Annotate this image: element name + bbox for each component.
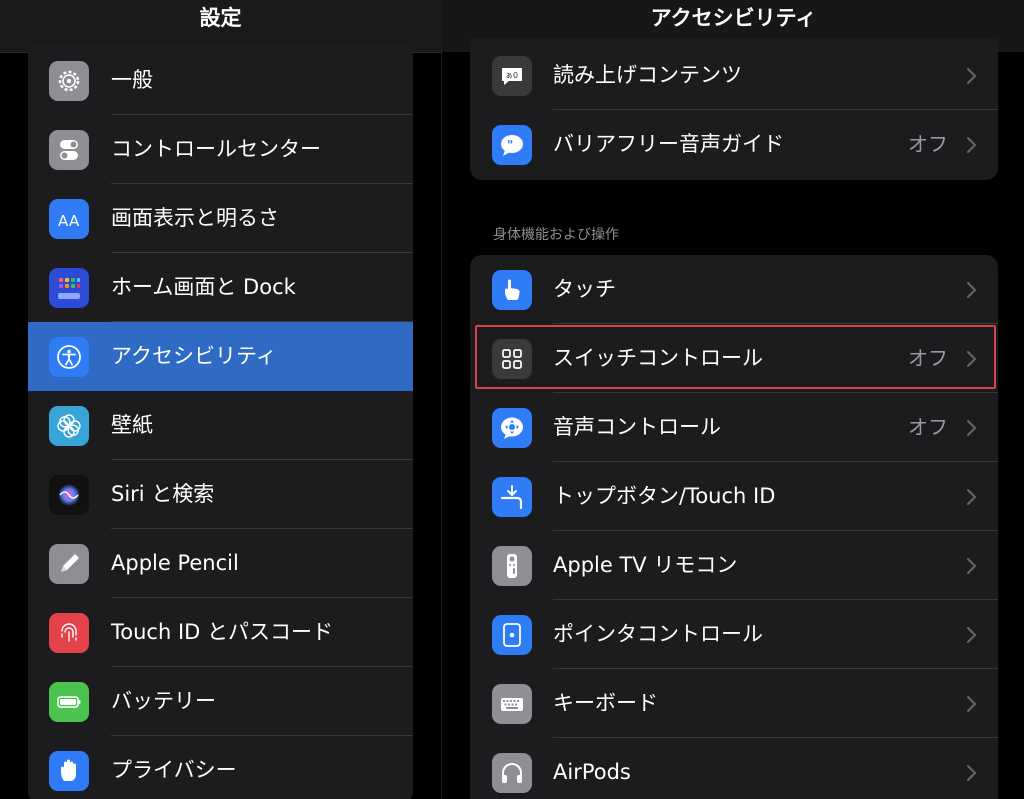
sidebar-item-label: Siri と検索: [111, 482, 215, 506]
keyboard-icon: [492, 684, 532, 724]
row-label: トップボタン/Touch ID: [553, 484, 776, 508]
section-header-physical-motor: 身体機能および操作: [493, 227, 619, 243]
sidebar-item-home-screen-dock[interactable]: ホーム画面と Dock: [28, 253, 413, 322]
row-airpods[interactable]: AirPods: [470, 738, 998, 799]
text-size-icon: AA: [49, 199, 89, 239]
accessibility-group-vision: ぁ0 読み上げコンテンツ " バリアフリー音声ガイド オフ: [470, 38, 998, 180]
accessibility-pane: アクセシビリティ ぁ0 読み上げコンテンツ " バリアフリー音声ガイド オフ 身…: [441, 0, 1024, 799]
svg-text:": ": [507, 138, 513, 152]
toggles-icon: [49, 130, 89, 170]
sidebar-item-label: Apple Pencil: [111, 551, 239, 575]
flower-icon: [49, 406, 89, 446]
svg-text:A: A: [58, 212, 69, 230]
row-label: スイッチコントロール: [553, 346, 763, 370]
sidebar-item-label: ホーム画面と Dock: [111, 275, 296, 299]
chevron-right-icon: [966, 67, 977, 85]
row-audio-descriptions[interactable]: " バリアフリー音声ガイド オフ: [470, 110, 998, 179]
row-label: タッチ: [553, 277, 616, 301]
chevron-right-icon: [966, 350, 977, 368]
chevron-right-icon: [966, 419, 977, 437]
sidebar-item-label: 画面表示と明るさ: [111, 206, 279, 230]
sidebar-item-display-brightness[interactable]: AA 画面表示と明るさ: [28, 184, 413, 253]
row-keyboard[interactable]: キーボード: [470, 669, 998, 738]
row-top-button-touch-id[interactable]: トップボタン/Touch ID: [470, 462, 998, 531]
row-value: オフ: [908, 415, 948, 439]
row-label: 音声コントロール: [553, 415, 721, 439]
sidebar-item-privacy[interactable]: プライバシー: [28, 736, 413, 799]
chevron-right-icon: [966, 626, 977, 644]
row-label: ポインタコントロール: [553, 622, 763, 646]
row-pointer-control[interactable]: ポインタコントロール: [470, 600, 998, 669]
speech-bubble-icon: ぁ0: [492, 56, 532, 96]
fingerprint-icon: [49, 613, 89, 653]
row-apple-tv-remote[interactable]: Apple TV リモコン: [470, 531, 998, 600]
sidebar-item-apple-pencil[interactable]: Apple Pencil: [28, 529, 413, 598]
settings-sidebar: 設定 一般 コントロールセンター AA 画面表示と明るさ ホーム画面と Dock…: [0, 0, 441, 799]
page-title: アクセシビリティ: [650, 6, 817, 30]
pointer-icon: [492, 615, 532, 655]
row-spoken-content[interactable]: ぁ0 読み上げコンテンツ: [470, 41, 998, 110]
accessibility-icon: [49, 337, 89, 377]
row-label: キーボード: [553, 691, 658, 715]
sidebar-item-label: バッテリー: [111, 689, 216, 713]
headphones-icon: [492, 753, 532, 793]
row-label: AirPods: [553, 760, 631, 784]
quote-bubble-icon: ": [492, 125, 532, 165]
gear-icon: [49, 61, 89, 101]
sidebar-item-label: 壁紙: [111, 413, 153, 437]
row-label: Apple TV リモコン: [553, 553, 738, 577]
chevron-right-icon: [966, 281, 977, 299]
row-value: オフ: [908, 132, 948, 156]
chevron-right-icon: [966, 695, 977, 713]
sidebar-item-battery[interactable]: バッテリー: [28, 667, 413, 736]
accessibility-group-physical: タッチ スイッチコントロール オフ 音声コントロール オフ トップボタン/Tou…: [470, 255, 998, 799]
sidebar-item-wallpaper[interactable]: 壁紙: [28, 391, 413, 460]
ipad-settings-screen: 設定 一般 コントロールセンター AA 画面表示と明るさ ホーム画面と Dock…: [0, 0, 1024, 799]
chevron-right-icon: [966, 488, 977, 506]
sidebar-item-touch-id-passcode[interactable]: Touch ID とパスコード: [28, 598, 413, 667]
chevron-right-icon: [966, 136, 977, 154]
switch-grid-icon: [492, 339, 532, 379]
svg-text:ぁ0: ぁ0: [505, 71, 518, 80]
row-label: 読み上げコンテンツ: [553, 63, 742, 87]
home-grid-icon: [49, 268, 89, 308]
sidebar-item-general[interactable]: 一般: [28, 46, 413, 115]
sidebar-item-label: アクセシビリティ: [111, 344, 277, 368]
voice-control-icon: [492, 408, 532, 448]
sidebar-item-label: Touch ID とパスコード: [111, 620, 333, 644]
row-value: オフ: [908, 346, 948, 370]
pencil-icon: [49, 544, 89, 584]
battery-icon: [49, 682, 89, 722]
row-voice-control[interactable]: 音声コントロール オフ: [470, 393, 998, 462]
sidebar-item-label: プライバシー: [111, 758, 237, 782]
siri-icon: [49, 475, 89, 515]
chevron-right-icon: [966, 764, 977, 782]
touch-hand-icon: [492, 270, 532, 310]
sidebar-item-siri-search[interactable]: Siri と検索: [28, 460, 413, 529]
sidebar-item-accessibility[interactable]: アクセシビリティ: [28, 322, 413, 391]
remote-icon: [492, 546, 532, 586]
sidebar-item-label: コントロールセンター: [111, 137, 321, 161]
sidebar-item-label: 一般: [111, 68, 153, 92]
row-switch-control[interactable]: スイッチコントロール オフ: [470, 324, 998, 393]
sidebar-title: 設定: [199, 6, 242, 30]
chevron-right-icon: [966, 557, 977, 575]
row-touch[interactable]: タッチ: [470, 255, 998, 324]
sidebar-list: 一般 コントロールセンター AA 画面表示と明るさ ホーム画面と Dock アク…: [28, 44, 413, 799]
hand-icon: [49, 751, 89, 791]
top-button-icon: [492, 477, 532, 517]
sidebar-item-control-center[interactable]: コントロールセンター: [28, 115, 413, 184]
row-label: バリアフリー音声ガイド: [553, 132, 784, 156]
svg-text:A: A: [69, 212, 80, 230]
